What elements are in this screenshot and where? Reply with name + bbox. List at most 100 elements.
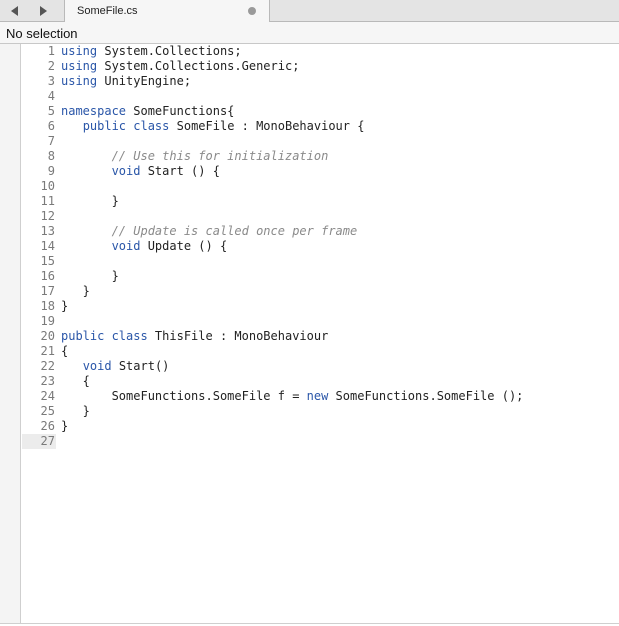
line-number: 11 <box>40 194 55 208</box>
line-number: 12 <box>40 209 55 223</box>
code-line[interactable]: 11 } <box>22 194 619 209</box>
keyword-token: using <box>61 74 98 88</box>
code-line[interactable]: 20 public class ThisFile : MonoBehaviour <box>22 329 619 344</box>
code-text: using UnityEngine; <box>61 74 191 88</box>
line-number: 21 <box>40 344 55 358</box>
code-text: } <box>61 419 68 433</box>
code-text: { <box>61 374 90 388</box>
line-number: 4 <box>47 89 55 103</box>
tab-bar: SomeFile.cs <box>0 0 619 22</box>
code-line[interactable]: 6 public class SomeFile : MonoBehaviour … <box>22 119 619 134</box>
code-token: SomeFunctions.SomeFile f = <box>61 389 307 403</box>
forward-button[interactable] <box>30 0 56 21</box>
tab-file[interactable]: SomeFile.cs <box>64 0 270 22</box>
code-line[interactable]: 5 namespace SomeFunctions{ <box>22 104 619 119</box>
code-token: } <box>61 194 119 208</box>
line-number: 22 <box>40 359 55 373</box>
code-line[interactable]: 13 // Update is called once per frame <box>22 224 619 239</box>
code-editor[interactable]: 1 using System.Collections; 2 using System.… <box>0 44 619 624</box>
code-line[interactable]: 27 <box>22 434 56 449</box>
keyword-token: using <box>61 59 98 73</box>
code-line[interactable]: 18} <box>22 299 619 314</box>
code-token: System.Collections; <box>97 44 242 58</box>
line-number: 1 <box>47 44 55 58</box>
code-line[interactable]: 24 SomeFunctions.SomeFile f = new SomeFu… <box>22 389 619 404</box>
code-text: // Use this for initialization <box>61 149 329 163</box>
tab-title: SomeFile.cs <box>77 5 138 17</box>
line-number: 20 <box>40 329 55 343</box>
line-number: 15 <box>40 254 55 268</box>
code-token: System.Collections.Generic; <box>97 59 300 73</box>
code-line[interactable]: 4 <box>22 89 619 104</box>
code-text: } <box>61 269 119 283</box>
code-token: Start() <box>111 359 170 373</box>
code-text: using System.Collections.Generic; <box>61 59 299 73</box>
line-number: 9 <box>47 164 55 178</box>
code-line[interactable]: 12 <box>22 209 619 224</box>
code-line[interactable]: 19 <box>22 314 619 329</box>
line-number: 26 <box>40 419 55 433</box>
keyword-token: public class <box>61 329 148 343</box>
code-line[interactable]: 16 } <box>22 269 619 284</box>
code-line[interactable]: 3 using UnityEngine; <box>22 74 619 89</box>
code-line[interactable]: 2 using System.Collections.Generic; <box>22 59 619 74</box>
code-line[interactable]: 25 } <box>22 404 619 419</box>
keyword-token: namespace <box>61 104 127 118</box>
code-line[interactable]: 22 void Start() <box>22 359 619 374</box>
code-token: UnityEngine; <box>97 74 192 88</box>
code-text: SomeFunctions.SomeFile f = new SomeFunct… <box>61 389 524 403</box>
keyword-token: void <box>111 164 141 178</box>
line-number: 16 <box>40 269 55 283</box>
code-text: using System.Collections; <box>61 44 242 58</box>
code-line[interactable]: 10 <box>22 179 619 194</box>
code-line[interactable]: 14 void Update () { <box>22 239 619 254</box>
line-number: 13 <box>40 224 55 238</box>
code-lines: 1 using System.Collections; 2 using System.… <box>22 44 619 449</box>
line-number: 7 <box>47 134 55 148</box>
back-arrow-icon <box>11 5 18 16</box>
dot-icon[interactable] <box>248 7 256 15</box>
code-text: public class ThisFile : MonoBehaviour <box>61 329 328 343</box>
bottom-divider <box>0 623 619 624</box>
code-token: } <box>61 419 69 433</box>
forward-arrow-icon <box>40 5 47 16</box>
code-line[interactable]: 23 { <box>22 374 619 389</box>
code-token: } <box>61 404 90 418</box>
keyword-token: void <box>82 359 112 373</box>
back-button[interactable] <box>2 0 28 21</box>
code-token: SomeFunctions.SomeFile (); <box>328 389 524 403</box>
code-line[interactable]: 8 // Use this for initialization <box>22 149 619 164</box>
code-text: { <box>61 344 68 358</box>
code-text: // Update is called once per frame <box>61 224 358 238</box>
keyword-token: void <box>111 239 141 253</box>
line-number: 14 <box>40 239 55 253</box>
line-number: 3 <box>47 74 55 88</box>
code-text: } <box>61 299 68 313</box>
code-token: SomeFile : MonoBehaviour { <box>169 119 365 133</box>
code-line[interactable]: 9 void Start () { <box>22 164 619 179</box>
code-line[interactable]: 26} <box>22 419 619 434</box>
line-number: 10 <box>40 179 55 193</box>
code-line[interactable]: 15 <box>22 254 619 269</box>
code-token: } <box>61 269 119 283</box>
code-token: { <box>61 374 90 388</box>
line-number: 6 <box>47 119 55 133</box>
keyword-token: new <box>306 389 329 403</box>
code-text: } <box>61 404 90 418</box>
code-line[interactable]: 17 } <box>22 284 619 299</box>
jump-bar: No selection <box>0 22 619 44</box>
code-text: namespace SomeFunctions{ <box>61 104 234 118</box>
line-number: 18 <box>40 299 55 313</box>
selection-label: No selection <box>6 26 78 41</box>
code-line[interactable]: 1 using System.Collections; <box>22 44 619 59</box>
code-token: Start () { <box>140 164 220 178</box>
keyword-token: using <box>61 44 98 58</box>
line-number: 24 <box>40 389 55 403</box>
code-line[interactable]: 21 { <box>22 344 619 359</box>
code-line[interactable]: 7 <box>22 134 619 149</box>
code-token: } <box>61 299 69 313</box>
